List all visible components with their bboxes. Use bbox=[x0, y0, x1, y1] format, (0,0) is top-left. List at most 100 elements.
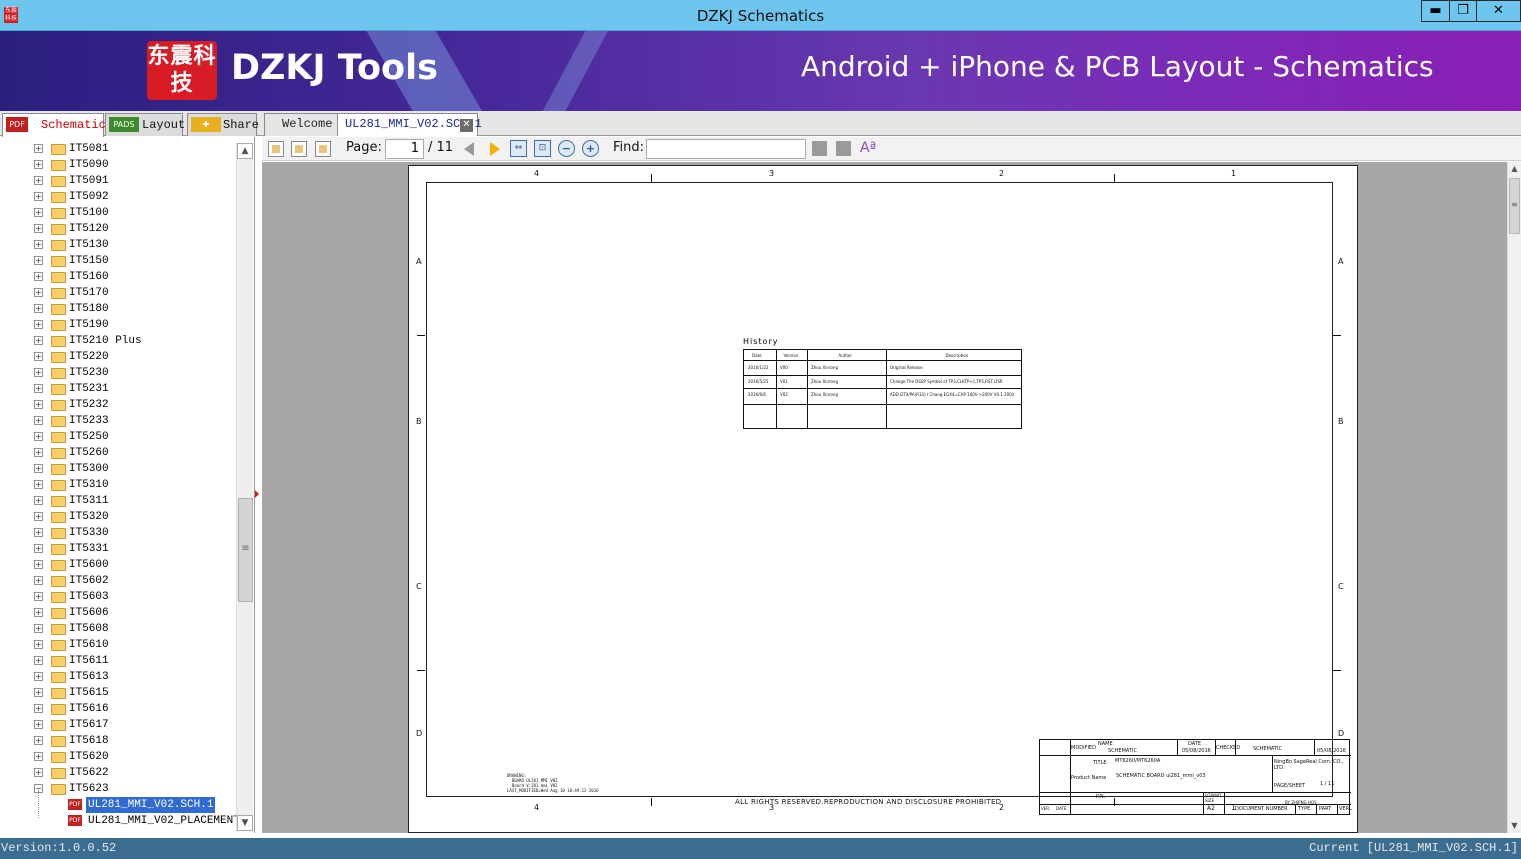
expand-icon[interactable]: + bbox=[34, 192, 43, 201]
expand-icon[interactable]: + bbox=[34, 272, 43, 281]
close-window-button[interactable]: ✕ bbox=[1476, 0, 1521, 22]
tree-item[interactable]: + IT5220 bbox=[0, 349, 236, 365]
copy-page-icon[interactable] bbox=[268, 141, 284, 157]
tree-item[interactable]: + IT5300 bbox=[0, 461, 236, 477]
copy-all-icon[interactable] bbox=[291, 141, 307, 157]
expand-icon[interactable]: + bbox=[34, 624, 43, 633]
expand-icon[interactable]: + bbox=[34, 656, 43, 665]
expand-icon[interactable]: + bbox=[34, 528, 43, 537]
tab-layout[interactable]: PADS Layout bbox=[105, 113, 185, 136]
tree-item[interactable]: + IT5611 bbox=[0, 653, 236, 669]
expand-icon[interactable]: + bbox=[34, 368, 43, 377]
tree-item[interactable]: + IT5617 bbox=[0, 717, 236, 733]
tab-schematic[interactable]: PDF Schematic bbox=[2, 113, 106, 137]
expand-icon[interactable]: + bbox=[34, 704, 43, 713]
tree-item[interactable]: + IT5081 bbox=[0, 141, 236, 157]
tree-item[interactable]: + IT5603 bbox=[0, 589, 236, 605]
tree-item[interactable]: + IT5608 bbox=[0, 621, 236, 637]
close-tab-icon[interactable]: ✕ bbox=[460, 119, 473, 132]
tree-item[interactable]: + IT5090 bbox=[0, 157, 236, 173]
expand-icon[interactable]: + bbox=[34, 384, 43, 393]
scroll-down-icon[interactable]: ▼ bbox=[1508, 819, 1521, 833]
expand-icon[interactable]: + bbox=[34, 224, 43, 233]
expand-icon[interactable]: + bbox=[34, 208, 43, 217]
tree-item[interactable]: + IT5606 bbox=[0, 605, 236, 621]
expand-icon[interactable]: + bbox=[34, 592, 43, 601]
tree-scrollbar[interactable]: ▲ ≡ ▼ bbox=[236, 143, 253, 831]
tree-item[interactable]: + IT5233 bbox=[0, 413, 236, 429]
tree-item[interactable]: + IT5092 bbox=[0, 189, 236, 205]
expand-icon[interactable]: + bbox=[34, 608, 43, 617]
tab-welcome[interactable]: Welcome bbox=[264, 113, 338, 136]
expand-icon[interactable]: + bbox=[34, 304, 43, 313]
document-viewer[interactable]: 44332211AABBCCDD History Date Version Auth… bbox=[262, 162, 1507, 833]
tree-item[interactable]: + IT5180 bbox=[0, 301, 236, 317]
tree-item[interactable]: + IT5130 bbox=[0, 237, 236, 253]
expand-icon[interactable]: + bbox=[34, 576, 43, 585]
zoom-in-icon[interactable]: + bbox=[582, 140, 599, 157]
tree-item[interactable]: + IT5622 bbox=[0, 765, 236, 781]
tree-item[interactable]: + IT5310 bbox=[0, 477, 236, 493]
tree-child-item[interactable]: PDF UL281_MMI_V02_PLACEMENT bbox=[0, 813, 240, 829]
tree-item[interactable]: + IT5160 bbox=[0, 269, 236, 285]
expand-icon[interactable]: + bbox=[34, 480, 43, 489]
tree-item[interactable]: + IT5613 bbox=[0, 669, 236, 685]
tree-item[interactable]: + IT5091 bbox=[0, 173, 236, 189]
expand-icon[interactable]: + bbox=[34, 448, 43, 457]
expand-icon[interactable]: + bbox=[34, 640, 43, 649]
expand-icon[interactable]: + bbox=[34, 256, 43, 265]
tree-item[interactable]: + IT5320 bbox=[0, 509, 236, 525]
expand-icon[interactable]: + bbox=[34, 144, 43, 153]
expand-icon[interactable]: + bbox=[34, 432, 43, 441]
scroll-up-icon[interactable]: ▲ bbox=[237, 143, 253, 159]
tree-item[interactable]: + IT5610 bbox=[0, 637, 236, 653]
expand-icon[interactable]: + bbox=[34, 768, 43, 777]
expand-icon[interactable]: + bbox=[34, 512, 43, 521]
export-icon[interactable] bbox=[315, 141, 331, 157]
expand-icon[interactable]: + bbox=[34, 240, 43, 249]
tab-document[interactable]: UL281_MMI_V02.SCH.1 ✕ bbox=[338, 113, 482, 136]
scroll-up-icon[interactable]: ▲ bbox=[1508, 162, 1521, 176]
find-first-icon[interactable] bbox=[812, 141, 827, 156]
expand-icon[interactable]: + bbox=[34, 176, 43, 185]
find-next-icon[interactable] bbox=[836, 141, 851, 156]
expand-icon[interactable]: + bbox=[34, 288, 43, 297]
expand-icon[interactable]: + bbox=[34, 416, 43, 425]
tree-item[interactable]: + IT5620 bbox=[0, 749, 236, 765]
zoom-out-icon[interactable]: − bbox=[558, 140, 575, 157]
scroll-thumb[interactable]: ≡ bbox=[1509, 178, 1520, 234]
page-number-input[interactable]: 1 bbox=[385, 139, 424, 159]
minimize-button[interactable]: ▬ bbox=[1421, 0, 1449, 22]
expand-icon[interactable]: + bbox=[34, 400, 43, 409]
expand-icon[interactable]: + bbox=[34, 672, 43, 681]
expand-icon[interactable]: + bbox=[34, 560, 43, 569]
tab-share[interactable]: ✚ Share bbox=[187, 113, 259, 136]
expand-icon[interactable]: + bbox=[34, 160, 43, 169]
expand-icon[interactable]: + bbox=[34, 688, 43, 697]
tree-item[interactable]: + IT5120 bbox=[0, 221, 236, 237]
tree-item[interactable]: + IT5331 bbox=[0, 541, 236, 557]
tree-item[interactable]: + IT5602 bbox=[0, 573, 236, 589]
expand-icon[interactable]: + bbox=[34, 720, 43, 729]
tree-item[interactable]: + IT5311 bbox=[0, 493, 236, 509]
tree-item[interactable]: + IT5231 bbox=[0, 381, 236, 397]
tree-item[interactable]: + IT5210 Plus bbox=[0, 333, 236, 349]
fit-page-icon[interactable]: ⊡ bbox=[534, 140, 551, 157]
tree-item[interactable]: + IT5232 bbox=[0, 397, 236, 413]
tree-item[interactable]: − IT5623 bbox=[0, 781, 236, 797]
tree-item[interactable]: + IT5150 bbox=[0, 253, 236, 269]
expand-icon[interactable]: + bbox=[34, 736, 43, 745]
expand-icon[interactable]: + bbox=[34, 752, 43, 761]
tree-item[interactable]: + IT5100 bbox=[0, 205, 236, 221]
expand-icon[interactable]: + bbox=[34, 496, 43, 505]
tree-item[interactable]: + IT5260 bbox=[0, 445, 236, 461]
expand-icon[interactable]: + bbox=[34, 320, 43, 329]
next-page-icon[interactable] bbox=[490, 142, 500, 156]
viewer-scrollbar[interactable]: ▲ ≡ ▼ bbox=[1507, 162, 1521, 833]
expand-icon[interactable]: + bbox=[34, 544, 43, 553]
tree-item[interactable]: + IT5330 bbox=[0, 525, 236, 541]
tree-child-item[interactable]: PDF UL281_MMI_V02.SCH.1 bbox=[0, 796, 236, 814]
tree-item[interactable]: + IT5615 bbox=[0, 685, 236, 701]
expand-icon[interactable]: + bbox=[34, 352, 43, 361]
find-input[interactable] bbox=[646, 139, 806, 159]
